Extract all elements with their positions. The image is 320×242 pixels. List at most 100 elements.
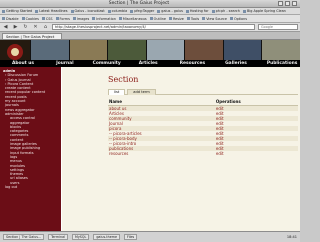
bookmark-label: Big Apple Spring Clean xyxy=(246,9,286,13)
url-field[interactable]: http://stage.thesiusproject.net/admin/ta… xyxy=(52,24,255,30)
toolbar-label: Disable xyxy=(6,16,19,21)
sidebar-item[interactable]: log out xyxy=(3,185,58,189)
toolbar-label: Tools xyxy=(190,16,200,21)
reload-button[interactable]: ↻ xyxy=(22,24,29,30)
bookmark-item[interactable]: Getting Started xyxy=(2,9,32,13)
window-controls xyxy=(278,1,297,6)
toolbar-label: Images xyxy=(76,16,90,21)
tab-section[interactable]: Section | The Gaius Project xyxy=(2,32,62,39)
term-name-cell: resources xyxy=(108,151,215,156)
menu-item-publications[interactable]: Publications xyxy=(267,61,297,66)
clock: 18:41 xyxy=(286,235,297,239)
banner-photos xyxy=(30,40,300,62)
bookmark-icon xyxy=(107,9,111,13)
bookmark-label: gaius - gaius xyxy=(161,9,183,13)
bookmark-item[interactable]: pfeg:Tagger xyxy=(130,9,154,13)
menu-item-journal[interactable]: Journal xyxy=(56,61,74,66)
toolbar-icon xyxy=(168,17,172,20)
bookmark-icon xyxy=(211,9,215,13)
page-title: Section xyxy=(108,75,139,84)
toolbar-item[interactable]: Forms xyxy=(55,16,70,21)
toolbar-item[interactable]: Information xyxy=(92,17,116,21)
bookmark-item[interactable]: columbia xyxy=(107,9,128,13)
menu-item-articles[interactable]: Articles xyxy=(139,61,158,66)
bookmark-label: ph:ph - search xyxy=(215,9,240,13)
toolbar-icon xyxy=(186,17,190,20)
toolbar-label: Options xyxy=(233,16,248,21)
toolbar-label: View Source xyxy=(206,16,227,21)
bookmark-label: pfeg:Tagger xyxy=(134,9,155,13)
column-header-name: Name xyxy=(108,98,215,106)
bookmark-item[interactable]: ph:ph - search xyxy=(211,9,240,13)
toolbar-item[interactable]: Outline xyxy=(149,16,166,21)
toolbar-icon xyxy=(149,17,153,20)
toolbar-label: Resize xyxy=(172,16,184,21)
bookmark-item[interactable]: Hosting for xyxy=(185,9,209,13)
toolbar-icon xyxy=(2,17,5,20)
minimize-button[interactable] xyxy=(278,1,283,6)
bookmark-icon xyxy=(130,9,134,13)
window-title: Section | The Gaius Project xyxy=(108,1,170,6)
term-name-link[interactable]: resources xyxy=(109,151,128,156)
admin-sidebar: admin › Discussion Forum › Gaius Journal › … xyxy=(0,67,61,231)
table-row: resources edit xyxy=(108,151,298,156)
bookmark-icon xyxy=(70,9,74,13)
search-input[interactable]: Google xyxy=(258,24,298,30)
bookmark-item[interactable]: Big Apple Spring Clean xyxy=(242,9,286,13)
toolbar-item[interactable]: Images xyxy=(72,16,90,21)
site-logo-icon xyxy=(7,44,23,60)
tab-list[interactable]: list xyxy=(108,89,126,95)
bookmark-label: columbia xyxy=(111,9,128,13)
home-button[interactable]: ⌂ xyxy=(42,24,49,30)
menu-item-galleries[interactable]: Galleries xyxy=(225,61,247,66)
toolbar-label: Outline xyxy=(153,16,166,21)
toolbar-item[interactable]: Miscellaneous xyxy=(118,17,147,21)
toolbar-label: Cookies xyxy=(25,16,39,21)
toolbar-item[interactable]: Options xyxy=(229,16,248,21)
menu-item-about-us[interactable]: About us xyxy=(12,61,34,66)
navigation-bar: ◀ ▶ ↻ ✕ ⌂ http://stage.thesiusproject.ne… xyxy=(0,23,300,32)
toolbar-item[interactable]: Tools xyxy=(186,16,200,21)
edit-link[interactable]: edit xyxy=(216,151,224,156)
toolbar-label: CSS xyxy=(45,16,53,21)
bookmark-label: Latest Headlines xyxy=(39,9,68,13)
toolbar-icon xyxy=(229,17,233,20)
bookmark-icon xyxy=(185,9,189,13)
stop-button[interactable]: ✕ xyxy=(32,24,39,30)
back-button[interactable]: ◀ xyxy=(2,24,9,30)
bookmark-item[interactable]: Latest Headlines xyxy=(35,9,68,13)
tab-add-term[interactable]: add term xyxy=(127,89,156,95)
bookmark-icon xyxy=(242,9,246,13)
menu-item-resources[interactable]: Resources xyxy=(180,61,205,66)
bookmark-item[interactable]: gaius - gaius xyxy=(157,9,183,13)
toolbar-item[interactable]: View Source xyxy=(202,17,227,21)
bookmarks-bar: Getting Started Latest Headlines Gaius - i… xyxy=(0,8,300,15)
taskbar-task[interactable]: MySQL xyxy=(72,234,90,240)
taskbar-task[interactable]: gaius-theme xyxy=(93,234,121,240)
bookmark-item[interactable]: Gaius - iconoklast xyxy=(70,9,105,13)
toolbar-item[interactable]: Cookies xyxy=(21,16,39,21)
toolbar-icon xyxy=(202,17,206,20)
toolbar-item[interactable]: Disable xyxy=(2,17,19,21)
toolbar-label: Forms xyxy=(59,16,70,21)
developer-toolbar: Disable Cookies CSS Forms Images Information M… xyxy=(0,15,300,23)
taskbar-task[interactable]: Terminal xyxy=(48,234,69,240)
window-titlebar: Section | The Gaius Project xyxy=(0,0,300,8)
maximize-button[interactable] xyxy=(285,1,290,6)
close-button[interactable] xyxy=(292,1,297,6)
toolbar-item[interactable]: Resize xyxy=(168,16,184,21)
taskbar-task[interactable]: Files xyxy=(124,234,138,240)
tab-bar: Section | The Gaius Project xyxy=(0,32,300,40)
toolbar-icon xyxy=(92,17,96,20)
forward-button[interactable]: ▶ xyxy=(12,24,19,30)
bookmark-icon xyxy=(157,9,161,13)
site-menu: About us Journal Community Articles Resource… xyxy=(0,60,300,67)
menu-item-community[interactable]: Community xyxy=(93,61,121,66)
bookmark-label: Getting Started xyxy=(6,9,33,13)
toolbar-icon xyxy=(118,17,122,20)
main-content: Section list add term Name Operations ab… xyxy=(62,67,300,231)
column-header-operations: Operations xyxy=(214,98,298,106)
toolbar-item[interactable]: CSS xyxy=(41,16,53,21)
taskbar-task[interactable]: Section | The Gaius... xyxy=(3,234,45,240)
bookmark-label: Hosting for xyxy=(189,9,209,13)
